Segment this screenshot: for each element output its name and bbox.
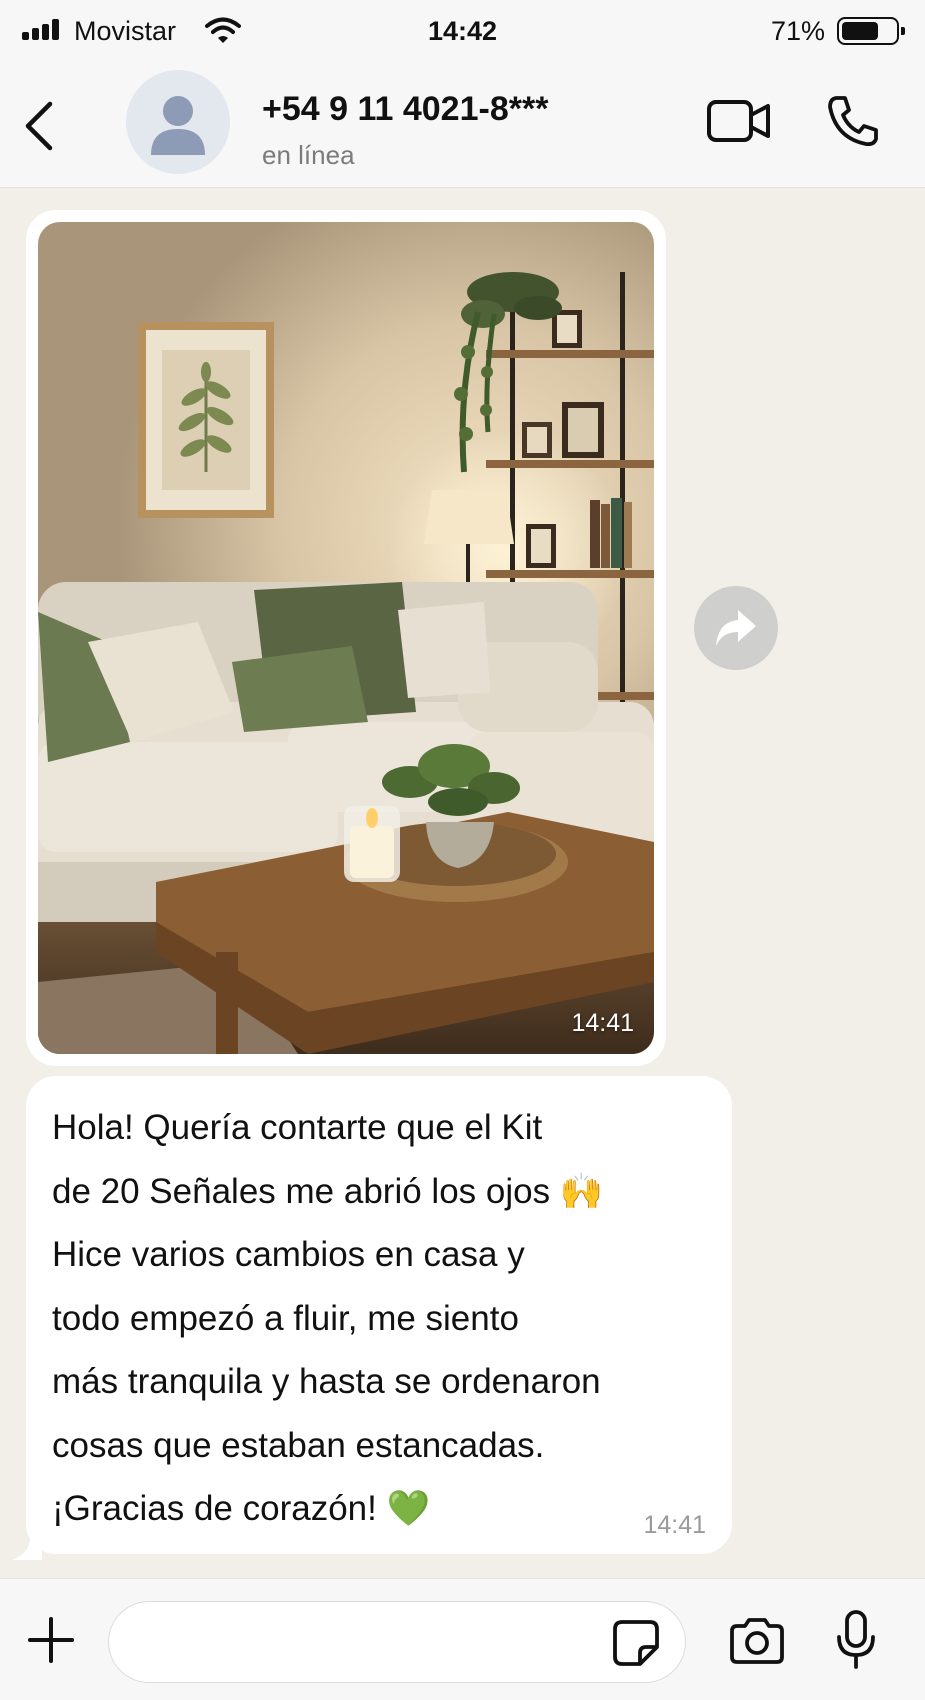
message-line: cosas que estaban estancadas. — [52, 1425, 545, 1465]
message-input[interactable] — [108, 1601, 686, 1683]
message-photo[interactable]: 14:41 — [38, 222, 654, 1054]
forward-arrow-icon — [716, 610, 756, 646]
message-timestamp: 14:41 — [643, 1511, 706, 1539]
status-bar: Movistar 14:42 71% — [0, 0, 925, 62]
input-bar — [0, 1578, 925, 1700]
back-chevron-icon[interactable] — [20, 98, 60, 154]
text-message[interactable]: Hola! Quería contarte que el Kit de 20 S… — [26, 1076, 732, 1554]
battery-icon — [837, 17, 905, 45]
person-icon — [151, 96, 205, 155]
message-line: todo empezó a fluir, me siento — [52, 1298, 519, 1338]
plus-icon[interactable] — [28, 1617, 74, 1663]
message-line: Hice varios cambios en casa y — [52, 1235, 525, 1274]
message-line: más tranquila y hasta se ordenaron — [52, 1362, 601, 1401]
image-message[interactable]: 14:41 — [26, 210, 666, 1066]
sticker-icon[interactable] — [612, 1619, 660, 1667]
contact-name[interactable]: +54 9 11 4021-8*** — [262, 90, 548, 129]
message-line: ¡Gracias de corazón! 💚 — [52, 1489, 431, 1528]
image-timestamp: 14:41 — [571, 1009, 634, 1037]
battery-percent: 71% — [770, 16, 825, 46]
contact-avatar[interactable] — [126, 70, 230, 174]
microphone-icon[interactable] — [834, 1609, 878, 1671]
forward-button[interactable] — [694, 586, 778, 670]
phone-call-icon[interactable] — [826, 94, 880, 148]
living-room-photo — [38, 222, 654, 1054]
message-body: Hola! Quería contarte que el Kit de 20 S… — [52, 1096, 724, 1541]
message-line: de 20 Señales me abrió los ojos 🙌 — [52, 1171, 604, 1211]
contact-status: en línea — [262, 140, 355, 170]
camera-icon[interactable] — [728, 1617, 786, 1665]
chat-header: +54 9 11 4021-8*** en línea — [0, 62, 925, 188]
message-line: Hola! Quería contarte que el Kit — [52, 1108, 543, 1147]
video-call-icon[interactable] — [706, 98, 772, 144]
chat-area[interactable]: 14:41 Hola! Quería contarte que el Kit d… — [0, 188, 925, 1578]
